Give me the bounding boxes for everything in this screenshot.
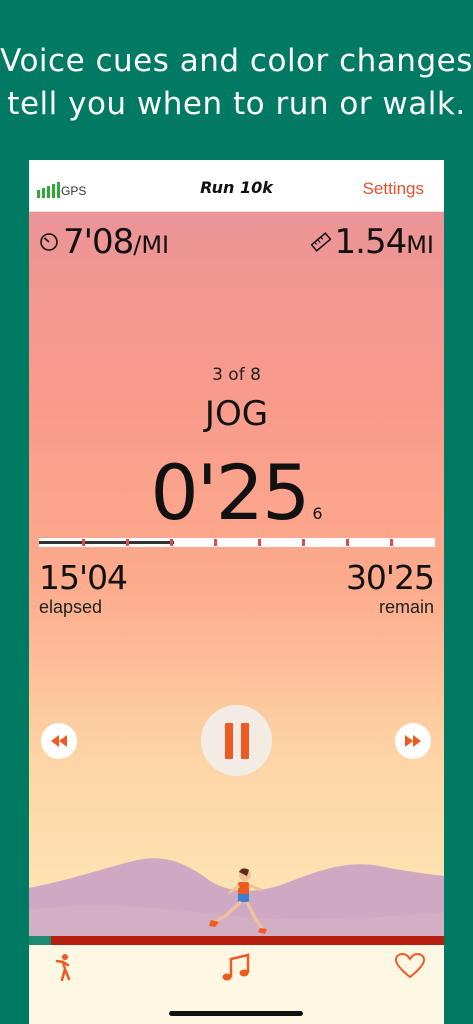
workout-progress-bar [39,538,435,547]
interval-count: 3 of 8 [212,365,261,385]
progress-segment-tick [390,539,393,546]
elapsed-time: 15'04 [39,558,128,597]
skip-forward-button[interactable] [395,723,431,759]
progress-segment-tick [302,539,305,546]
pause-button[interactable] [201,705,272,776]
interval-countdown: 0'25 6 [29,448,444,537]
progress-segment-tick [82,539,85,546]
progress-segment-tick [126,539,129,546]
countdown-value: 0'25 [150,448,310,537]
landscape-illustration [29,858,444,945]
progress-segment-tick [346,539,349,546]
interval-name: JOG [204,394,269,434]
skip-back-icon [51,735,67,747]
headline-line-2: tell you when to run or walk. [7,86,466,122]
heart-icon[interactable] [395,953,425,979]
distance-value: 1.54 [334,222,408,262]
home-indicator [169,1011,303,1016]
headline-line-1: Voice cues and color changes [0,43,473,79]
elapsed-label: elapsed [39,597,103,617]
progress-segment-tick [214,539,217,546]
remaining-label: remain [378,597,434,617]
stretch-icon[interactable] [55,953,71,981]
pace-unit: /MI [133,231,170,259]
clock-icon [40,233,58,251]
progress-completed [39,541,174,544]
remaining-time: 30'25 [345,558,435,597]
skip-forward-icon [405,735,421,747]
skip-back-button[interactable] [41,723,77,759]
tab-bar [29,945,444,1024]
headline: Voice cues and color changes tell you wh… [0,40,473,126]
ruler-icon [310,232,331,252]
music-icon[interactable] [221,953,251,983]
phone-screen: GPS Run 10k Settings 7'08 /MI 1.54 MI 3 … [29,160,444,1024]
progress-segment-tick [258,539,261,546]
settings-button[interactable]: Settings [363,179,424,199]
nav-bar: GPS Run 10k Settings [29,160,444,212]
pause-icon [224,722,233,759]
progress-segment-tick [170,539,173,546]
pace-stat: 7'08 /MI [39,222,169,262]
distance-unit: MI [406,231,434,259]
distance-stat: 1.54 MI [310,222,434,262]
pace-value: 7'08 [63,222,134,262]
countdown-tenths: 6 [312,504,323,523]
